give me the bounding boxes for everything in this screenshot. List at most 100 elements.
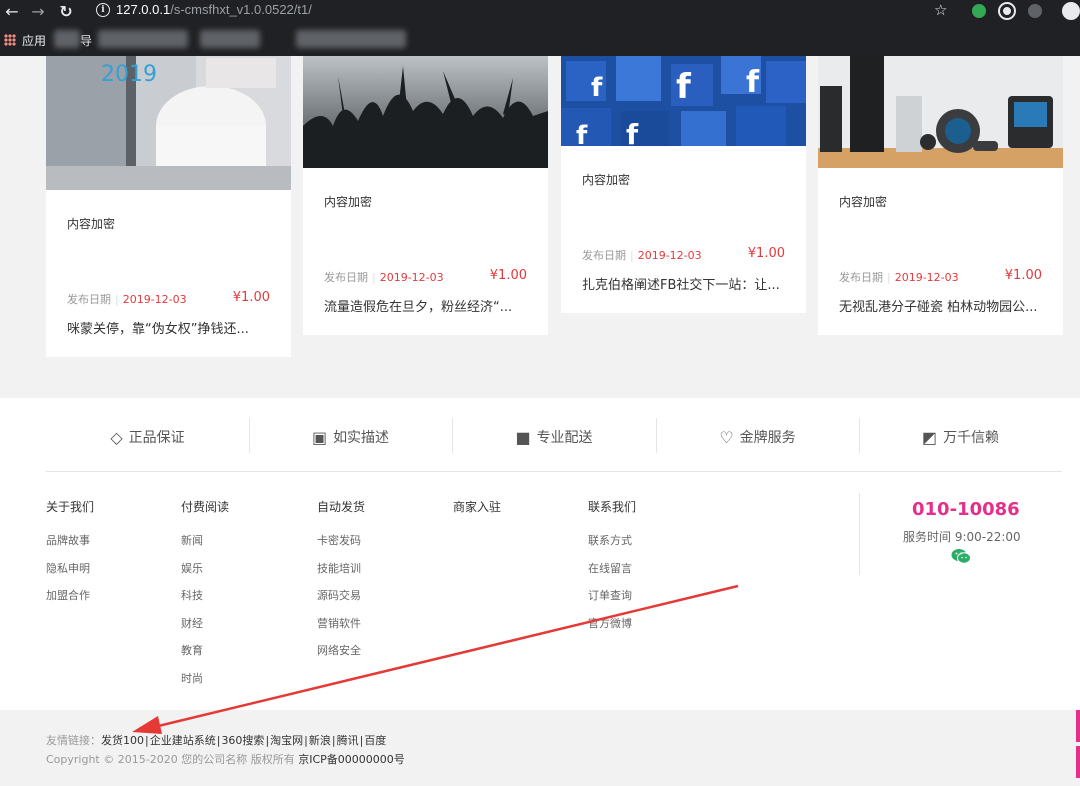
card-title[interactable]: 内容加密 <box>582 171 630 188</box>
copyright: Copyright © 2015-2020 您的公司名称 版权所有 京ICP备0… <box>46 753 405 766</box>
product-image[interactable]: f f f f f <box>561 56 806 146</box>
apps-bookmark[interactable]: 应用 <box>22 32 46 49</box>
bookmark-item[interactable]: 导 <box>80 32 92 49</box>
friend-link[interactable]: 百度 <box>364 734 386 747</box>
footer-link[interactable]: 源码交易 <box>317 587 361 603</box>
url-text[interactable]: 127.0.0.1/s-cmsfhxt_v1.0.0522/t1/ <box>116 2 312 17</box>
card-date: 2019-12-03 <box>894 271 959 284</box>
product-card[interactable]: 2019 内容加密 发布日期 | 2019-12-03 ¥1.00 咪蒙关停，靠“伪… <box>46 56 291 357</box>
footer-col-title: 自动发货 <box>317 500 366 514</box>
friend-link[interactable]: 淘宝网 <box>270 734 303 747</box>
footer-link[interactable]: 娱乐 <box>181 560 203 576</box>
footer-link[interactable]: 时尚 <box>181 670 203 686</box>
footer-link[interactable]: 科技 <box>181 587 203 603</box>
card-description[interactable]: 流量造假危在旦夕，粉丝经济“... <box>324 296 529 315</box>
contact-phone: 010-10086 <box>912 499 1020 520</box>
footer: ◇ 正品保证 ▣ 如实描述 ■ 专业配送 ♡ 金牌服务 ◩ 万千信赖 关于我们 品牌故事 … <box>0 398 1080 710</box>
card-price: ¥1.00 <box>1004 268 1042 283</box>
divider <box>46 471 1062 472</box>
side-float-tab[interactable] <box>1076 746 1080 778</box>
footer-col-title[interactable]: 商家入驻 <box>453 498 501 515</box>
svg-text:f: f <box>591 73 603 103</box>
redacted-bookmark <box>200 30 260 48</box>
friend-link[interactable]: 新浪 <box>309 734 331 747</box>
divider <box>859 493 860 575</box>
footer-link[interactable]: 加盟合作 <box>46 587 90 603</box>
redacted-bookmark <box>98 30 188 48</box>
diamond-icon: ◇ <box>110 427 123 447</box>
site-info-icon[interactable]: i <box>96 3 110 17</box>
service-hours: 服务时间 9:00-22:00 <box>903 530 1021 544</box>
icp-link[interactable]: 京ICP备00000000号 <box>298 753 405 766</box>
footer-col-title: 付费阅读 <box>181 500 230 514</box>
product-image[interactable] <box>818 56 1063 168</box>
friend-link[interactable]: 发货100 <box>101 734 144 747</box>
card-price: ¥1.00 <box>489 268 527 283</box>
extension-icon[interactable] <box>1000 4 1014 18</box>
footer-col-title: 联系我们 <box>588 500 637 514</box>
side-float-tab[interactable] <box>1076 710 1080 742</box>
friend-links-label: 友情链接： <box>46 734 101 747</box>
product-image[interactable] <box>303 56 548 168</box>
guarantee-item: ◇ 正品保证 <box>110 427 185 447</box>
friend-link[interactable]: 企业建站系统 <box>150 734 216 747</box>
picture-icon: ◩ <box>921 427 938 447</box>
forward-icon[interactable]: → <box>28 2 48 22</box>
footer-link[interactable]: 卡密发码 <box>317 532 361 548</box>
card-description[interactable]: 咪蒙关停，靠“伪女权”挣钱还... <box>67 318 272 337</box>
guarantee-item: ♡ 金牌服务 <box>719 427 796 447</box>
product-card[interactable]: f f f f f 内容加密 发布日期 | 2019-12-03 ¥1.00 扎克伯… <box>561 56 806 313</box>
browser-chrome: ← → ↻ i 127.0.0.1/s-cmsfhxt_v1.0.0522/t1… <box>0 0 1080 56</box>
footer-link[interactable]: 财经 <box>181 615 203 631</box>
redacted-bookmark <box>54 30 80 48</box>
footer-link[interactable]: 网络安全 <box>317 642 361 658</box>
apps-grid-icon[interactable] <box>4 34 16 46</box>
footer-link[interactable]: 教育 <box>181 642 203 658</box>
card-date: 2019-12-03 <box>637 249 702 262</box>
page-content: 2019 内容加密 发布日期 | 2019-12-03 ¥1.00 咪蒙关停，靠“伪… <box>0 56 1080 786</box>
extension-icon[interactable] <box>1028 4 1042 18</box>
product-card[interactable]: 内容加密 发布日期 | 2019-12-03 ¥1.00 流量造假危在旦夕，粉丝经济… <box>303 56 548 335</box>
svg-text:f: f <box>676 67 692 107</box>
extension-icon[interactable] <box>972 4 986 18</box>
svg-text:f: f <box>746 65 760 100</box>
card-description[interactable]: 扎克伯格阐述FB社交下一站：让... <box>582 274 787 293</box>
guarantee-item: ▣ 如实描述 <box>311 427 390 447</box>
card-date: 2019-12-03 <box>379 271 444 284</box>
friend-links: 友情链接：发货100|企业建站系统|360搜索|淘宝网|新浪|腾讯|百度 <box>46 734 387 747</box>
bookmark-star-icon[interactable]: ☆ <box>934 1 947 19</box>
footer-link[interactable]: 联系方式 <box>588 532 632 548</box>
footer-link[interactable]: 营销软件 <box>317 615 361 631</box>
card-date: 2019-12-03 <box>122 293 187 306</box>
guarantee-item: ■ 专业配送 <box>515 427 593 447</box>
redacted-bookmark <box>296 30 406 48</box>
heart-icon: ♡ <box>719 427 734 447</box>
back-icon[interactable]: ← <box>2 2 22 22</box>
camera-icon: ▣ <box>311 427 328 447</box>
footer-link[interactable]: 官方微博 <box>588 615 632 631</box>
card-price: ¥1.00 <box>747 246 785 261</box>
card-description[interactable]: 无视乱港分子碰瓷 柏林动物园公... <box>839 296 1044 315</box>
card-title[interactable]: 内容加密 <box>67 215 115 232</box>
footer-link[interactable]: 订单查询 <box>588 587 632 603</box>
card-title[interactable]: 内容加密 <box>324 193 372 210</box>
footer-link[interactable]: 新闻 <box>181 532 203 548</box>
product-image[interactable]: 2019 <box>46 56 291 190</box>
profile-avatar-icon[interactable] <box>1062 2 1080 20</box>
friend-link[interactable]: 360搜索 <box>221 734 264 747</box>
footer-col-title: 关于我们 <box>46 500 95 514</box>
footer-link[interactable]: 技能培训 <box>317 560 361 576</box>
card-meta: 发布日期 | 2019-12-03 <box>324 271 444 284</box>
card-price: ¥1.00 <box>232 290 270 305</box>
bottom-bar: 友情链接：发货100|企业建站系统|360搜索|淘宝网|新浪|腾讯|百度 Cop… <box>0 710 1080 786</box>
footer-link[interactable]: 品牌故事 <box>46 532 90 548</box>
wechat-icon[interactable] <box>951 548 971 564</box>
friend-link[interactable]: 腾讯 <box>337 734 359 747</box>
footer-link[interactable]: 在线留言 <box>588 560 632 576</box>
product-card[interactable]: 内容加密 发布日期 | 2019-12-03 ¥1.00 无视乱港分子碰瓷 柏林动物… <box>818 56 1063 335</box>
footer-link[interactable]: 隐私申明 <box>46 560 90 576</box>
reload-icon[interactable]: ↻ <box>56 2 76 22</box>
card-meta: 发布日期 | 2019-12-03 <box>582 249 702 262</box>
svg-text:2019: 2019 <box>101 62 157 87</box>
card-title[interactable]: 内容加密 <box>839 193 887 210</box>
